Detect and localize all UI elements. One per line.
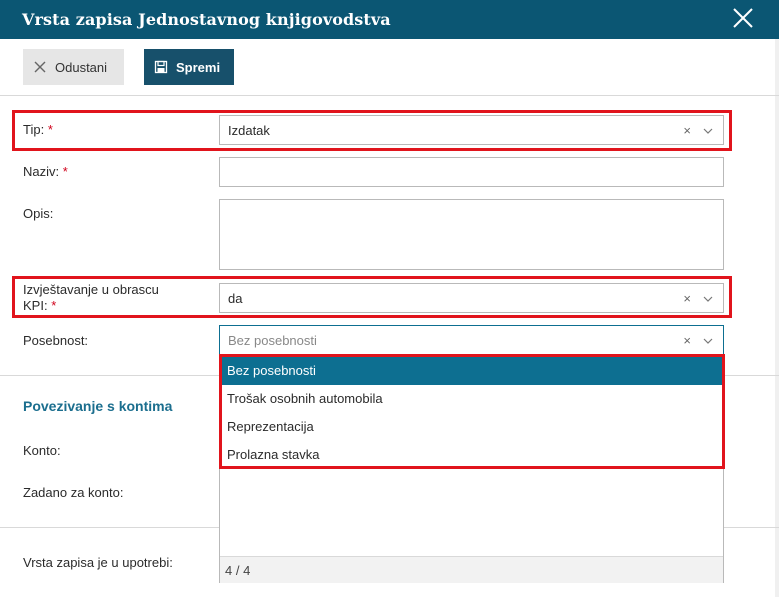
dropdown-option[interactable]: Bez posebnosti	[221, 357, 722, 385]
close-icon	[34, 61, 46, 73]
chevron-down-icon[interactable]	[703, 126, 713, 136]
naziv-label-text: Naziv:	[23, 164, 60, 179]
section-title: Povezivanje s kontima	[23, 398, 173, 414]
kpi-select[interactable]: da ×	[219, 283, 724, 313]
tip-label: Tip: *	[23, 122, 53, 138]
clear-icon[interactable]: ×	[683, 291, 691, 306]
dialog-title: Vrsta zapisa Jednostavnog knjigovodstva	[22, 10, 391, 29]
tip-select[interactable]: Izdatak ×	[219, 115, 724, 145]
kpi-label-line2: KPI:	[23, 298, 48, 313]
clear-icon[interactable]: ×	[683, 123, 691, 138]
chevron-down-icon[interactable]	[703, 294, 713, 304]
naziv-input[interactable]	[219, 157, 724, 187]
kpi-label: Izvještavanje u obrascu KPI: *	[23, 282, 159, 314]
opis-textarea[interactable]	[219, 199, 724, 270]
clear-icon[interactable]: ×	[683, 333, 691, 348]
kpi-label-line1: Izvještavanje u obrascu	[23, 282, 159, 297]
tip-label-text: Tip:	[23, 122, 45, 137]
cancel-button[interactable]: Odustani	[23, 49, 124, 85]
scrollbar-track	[775, 39, 779, 597]
tip-value: Izdatak	[228, 123, 270, 138]
dropdown-option[interactable]: Trošak osobnih automobila	[221, 385, 722, 413]
dropdown-option[interactable]: Prolazna stavka	[221, 441, 722, 469]
opis-label: Opis:	[23, 206, 54, 221]
cancel-button-label: Odustani	[55, 59, 108, 75]
konto-label: Konto:	[23, 443, 61, 458]
chevron-down-icon[interactable]	[703, 336, 713, 346]
posebnost-select[interactable]: Bez posebnosti ×	[219, 325, 724, 355]
posebnost-placeholder: Bez posebnosti	[228, 333, 317, 348]
required-marker: *	[62, 164, 68, 179]
divider	[0, 95, 779, 96]
posebnost-label: Posebnost:	[23, 333, 89, 348]
save-button[interactable]: Spremi	[144, 49, 234, 85]
required-marker: *	[47, 122, 53, 137]
u-upotrebi-label: Vrsta zapisa je u upotrebi:	[23, 555, 173, 570]
dialog-header: Vrsta zapisa Jednostavnog knjigovodstva	[0, 0, 779, 39]
save-button-label: Spremi	[176, 59, 221, 75]
posebnost-dropdown: Bez posebnosti Trošak osobnih automobila…	[219, 355, 724, 583]
naziv-label: Naziv: *	[23, 164, 68, 180]
dropdown-count: 4 / 4	[220, 556, 723, 583]
zadano-konto-label: Zadano za konto:	[23, 485, 124, 500]
close-icon[interactable]	[730, 5, 756, 31]
kpi-value: da	[228, 291, 243, 306]
save-icon	[154, 60, 168, 74]
dropdown-option[interactable]: Reprezentacija	[221, 413, 722, 441]
required-marker: *	[51, 298, 57, 313]
